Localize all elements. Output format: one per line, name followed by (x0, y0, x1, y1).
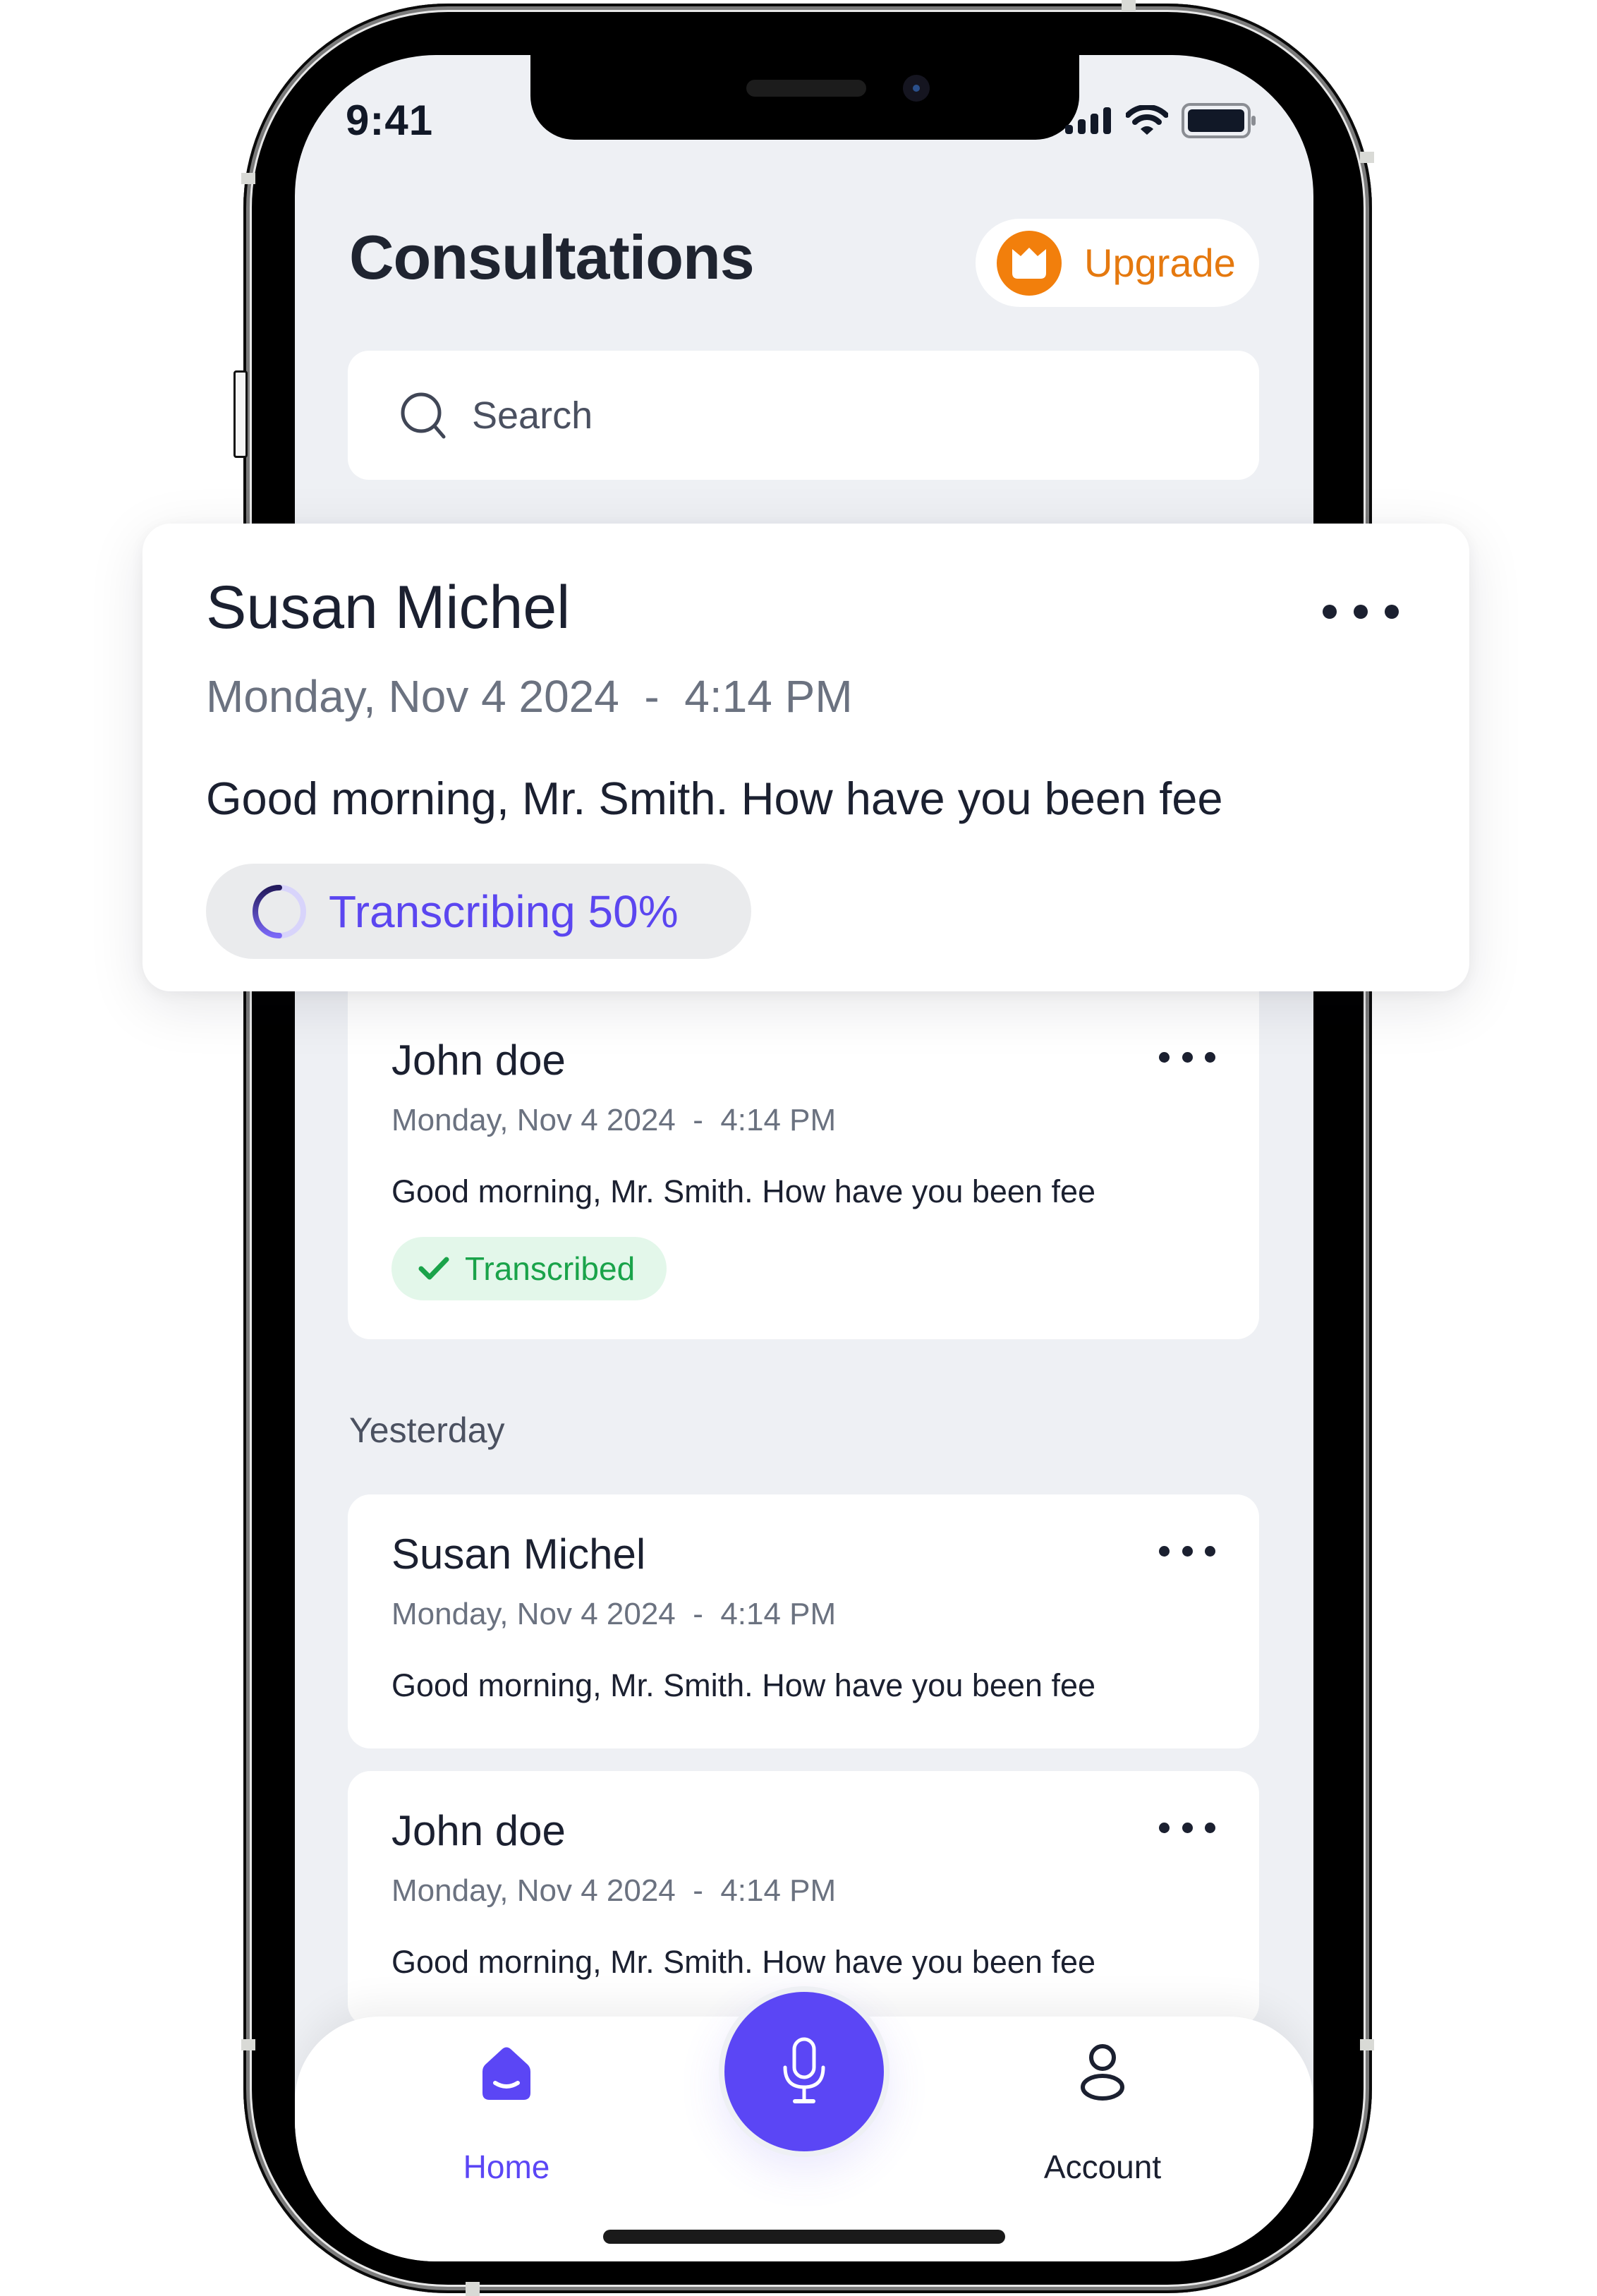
more-options-button[interactable] (1159, 1817, 1215, 1838)
consultation-date: Monday, Nov 4 2024 - 4:14 PM (391, 1597, 837, 1631)
progress-arc (253, 884, 282, 938)
transcript-snippet: Good morning, Mr. Smith. How have you be… (391, 1173, 1096, 1209)
search-input[interactable] (470, 392, 1108, 438)
patient-name: John doe (391, 1807, 566, 1854)
consultation-card[interactable]: John doe Monday, Nov 4 2024 - 4:14 PM Go… (348, 951, 1259, 1339)
crown-icon (997, 230, 1062, 296)
transcript-snippet: Good morning, Mr. Smith. How have you be… (391, 1944, 1096, 1980)
front-camera (903, 75, 930, 102)
home-icon (482, 2047, 530, 2100)
microphone-icon (783, 2037, 825, 2103)
more-dot (1205, 1545, 1215, 1557)
more-options-button[interactable] (1323, 598, 1399, 626)
more-options-button[interactable] (1159, 1540, 1215, 1561)
consultation-card[interactable]: Susan Michel Monday, Nov 4 2024 - 4:14 P… (348, 1494, 1259, 1748)
more-dot (1385, 605, 1399, 619)
transcript-snippet: Good morning, Mr. Smith. How have you be… (206, 773, 1223, 824)
more-dot (1354, 605, 1368, 619)
more-options-button[interactable] (1159, 1046, 1215, 1068)
record-button[interactable] (719, 1986, 889, 2157)
patient-name: Susan Michel (206, 574, 571, 641)
more-dot (1159, 1545, 1170, 1557)
nav-label-account: Account (1043, 2149, 1162, 2185)
speaker-grille (746, 80, 866, 97)
cellular-signal-icon (1065, 107, 1111, 134)
more-dot (1205, 1822, 1215, 1833)
search-icon (401, 392, 446, 438)
section-header-yesterday: Yesterday (349, 1410, 505, 1450)
more-dot (1159, 1051, 1170, 1063)
status-icons (1064, 103, 1258, 138)
more-dot (1159, 1822, 1170, 1833)
status-time: 9:41 (346, 97, 434, 144)
nav-item-account[interactable]: Account (997, 2017, 1208, 2193)
status-label: Transcribing 50% (329, 886, 679, 937)
consultation-date: Monday, Nov 4 2024 - 4:14 PM (391, 1103, 837, 1137)
home-indicator (603, 2230, 1005, 2244)
status-label: Transcribed (465, 1250, 636, 1287)
antenna-band (466, 2282, 480, 2296)
more-dot (1205, 1051, 1215, 1063)
antenna-band (1122, 0, 1136, 11)
user-icon (1081, 2044, 1124, 2101)
transcript-snippet: Good morning, Mr. Smith. How have you be… (391, 1667, 1096, 1703)
more-dot (1182, 1545, 1193, 1557)
consultation-date: Monday, Nov 4 2024 - 4:14 PM (391, 1873, 837, 1908)
more-dot (1323, 605, 1337, 619)
upgrade-button[interactable]: Upgrade (976, 219, 1259, 307)
antenna-band (1360, 152, 1374, 163)
phone-screen: 9:41 Consultations Upgrade Search John d… (295, 55, 1313, 2261)
loading-spinner-icon (253, 884, 306, 938)
more-dot (1182, 1051, 1193, 1063)
battery-icon (1182, 103, 1256, 138)
patient-name: Susan Michel (391, 1530, 646, 1578)
status-badge-transcribing: Transcribing 50% (206, 864, 751, 959)
antenna-band (1360, 2039, 1374, 2050)
highlighted-consultation-card[interactable]: Susan Michel Monday, Nov 4 2024 - 4:14 P… (142, 524, 1469, 991)
side-button-left (233, 370, 248, 458)
consultation-date: Monday, Nov 4 2024 - 4:14 PM (206, 671, 853, 722)
search-bar[interactable] (348, 351, 1259, 480)
upgrade-label: Upgrade (1084, 241, 1236, 285)
record-button-inner (724, 1992, 884, 2151)
checkmark-icon (418, 1257, 449, 1280)
patient-name: John doe (391, 1037, 566, 1084)
notch (530, 55, 1079, 140)
nav-item-home[interactable]: Home (401, 2017, 612, 2193)
nav-label-home: Home (463, 2149, 550, 2185)
status-badge-transcribed: Transcribed (391, 1237, 667, 1300)
page-title: Consultations (349, 222, 755, 292)
antenna-band (241, 173, 255, 184)
wifi-icon (1126, 105, 1168, 135)
antenna-band (241, 2039, 255, 2050)
more-dot (1182, 1822, 1193, 1833)
